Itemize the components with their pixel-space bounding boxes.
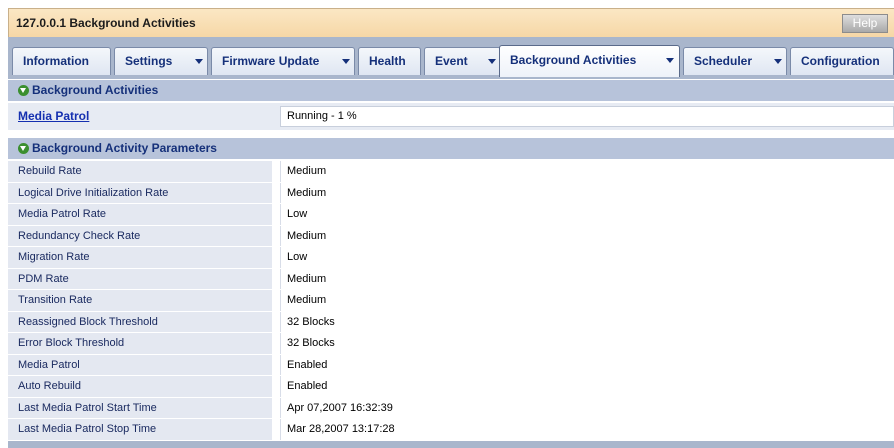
param-label: Migration Rate — [8, 247, 272, 268]
param-label: Auto Rebuild — [8, 376, 272, 397]
chevron-down-icon[interactable] — [342, 59, 350, 64]
param-value: Medium — [280, 161, 894, 182]
param-label: Reassigned Block Threshold — [8, 311, 272, 332]
param-label: Media Patrol — [8, 354, 272, 375]
table-row: Error Block Threshold 32 Blocks — [8, 333, 894, 355]
param-value: Mar 28,2007 13:17:28 — [280, 419, 894, 440]
param-label: Rebuild Rate — [8, 161, 272, 182]
param-label: Media Patrol Rate — [8, 204, 272, 225]
collapse-icon[interactable] — [18, 85, 29, 96]
tab-bar: Information Settings Firmware Update Hea… — [8, 37, 894, 79]
parameters-header[interactable]: Background Activity Parameters — [8, 138, 894, 159]
param-value: Enabled — [280, 376, 894, 397]
tab-label: Background Activities — [510, 53, 637, 67]
section-title: Background Activities — [32, 83, 159, 97]
title-bar: 127.0.0.1 Background Activities Help — [8, 8, 894, 37]
table-row: Media Patrol Enabled — [8, 354, 894, 376]
chevron-down-icon[interactable] — [666, 58, 674, 63]
param-label: Last Media Patrol Start Time — [8, 397, 272, 418]
chevron-down-icon[interactable] — [195, 59, 203, 64]
tab-label: Scheduler — [694, 54, 753, 68]
param-value: Low — [280, 204, 894, 225]
table-row: PDM Rate Medium — [8, 268, 894, 290]
param-value: Enabled — [280, 354, 894, 375]
table-row: Transition Rate Medium — [8, 290, 894, 312]
param-label: PDM Rate — [8, 268, 272, 289]
param-label: Transition Rate — [8, 290, 272, 311]
window-title: 127.0.0.1 Background Activities — [16, 16, 196, 30]
table-row: Auto Rebuild Enabled — [8, 376, 894, 398]
param-value: 32 Blocks — [280, 311, 894, 332]
param-value: Medium — [280, 290, 894, 311]
section-title: Background Activity Parameters — [32, 141, 217, 155]
table-row: Last Media Patrol Start Time Apr 07,2007… — [8, 397, 894, 419]
param-value: Apr 07,2007 16:32:39 — [280, 397, 894, 418]
tab-label: Information — [23, 54, 89, 68]
table-row: Last Media Patrol Stop Time Mar 28,2007 … — [8, 419, 894, 441]
param-value: Medium — [280, 225, 894, 246]
param-value: Low — [280, 247, 894, 268]
tab-background-activities[interactable]: Background Activities — [499, 45, 680, 77]
tab-event[interactable]: Event — [424, 47, 501, 75]
tab-label: Event — [435, 54, 468, 68]
table-row: Reassigned Block Threshold 32 Blocks — [8, 311, 894, 333]
background-activities-header[interactable]: Background Activities — [8, 80, 894, 101]
table-row: Redundancy Check Rate Medium — [8, 225, 894, 247]
help-button[interactable]: Help — [842, 14, 888, 33]
tab-label: Health — [369, 54, 406, 68]
table-row: Media Patrol Rate Low — [8, 204, 894, 226]
param-label: Error Block Threshold — [8, 333, 272, 354]
param-value: Medium — [280, 182, 894, 203]
chevron-down-icon[interactable] — [774, 59, 782, 64]
table-row: Logical Drive Initialization Rate Medium — [8, 182, 894, 204]
tab-label: Configuration — [801, 54, 880, 68]
param-label: Redundancy Check Rate — [8, 225, 272, 246]
tab-configuration[interactable]: Configuration — [790, 47, 894, 75]
table-row: Rebuild Rate Medium — [8, 161, 894, 183]
param-label: Logical Drive Initialization Rate — [8, 182, 272, 203]
param-value: 32 Blocks — [280, 333, 894, 354]
collapse-icon[interactable] — [18, 143, 29, 154]
table-row: Migration Rate Low — [8, 247, 894, 269]
param-value: Medium — [280, 268, 894, 289]
tab-information[interactable]: Information — [12, 47, 111, 75]
tab-label: Settings — [125, 54, 173, 68]
tab-health[interactable]: Health — [358, 47, 421, 75]
media-patrol-status: Running - 1 % — [280, 106, 894, 127]
tab-firmware-update[interactable]: Firmware Update — [211, 47, 355, 75]
tab-label: Firmware Update — [222, 54, 320, 68]
tab-scheduler[interactable]: Scheduler — [683, 47, 787, 75]
parameters-table: Rebuild Rate Medium Logical Drive Initia… — [8, 161, 894, 441]
tab-settings[interactable]: Settings — [114, 47, 208, 75]
bottom-bar — [8, 441, 894, 448]
media-patrol-link[interactable]: Media Patrol — [18, 103, 89, 130]
chevron-down-icon[interactable] — [488, 59, 496, 64]
param-label: Last Media Patrol Stop Time — [8, 419, 272, 440]
media-patrol-row: Media Patrol Running - 1 % — [8, 103, 894, 130]
